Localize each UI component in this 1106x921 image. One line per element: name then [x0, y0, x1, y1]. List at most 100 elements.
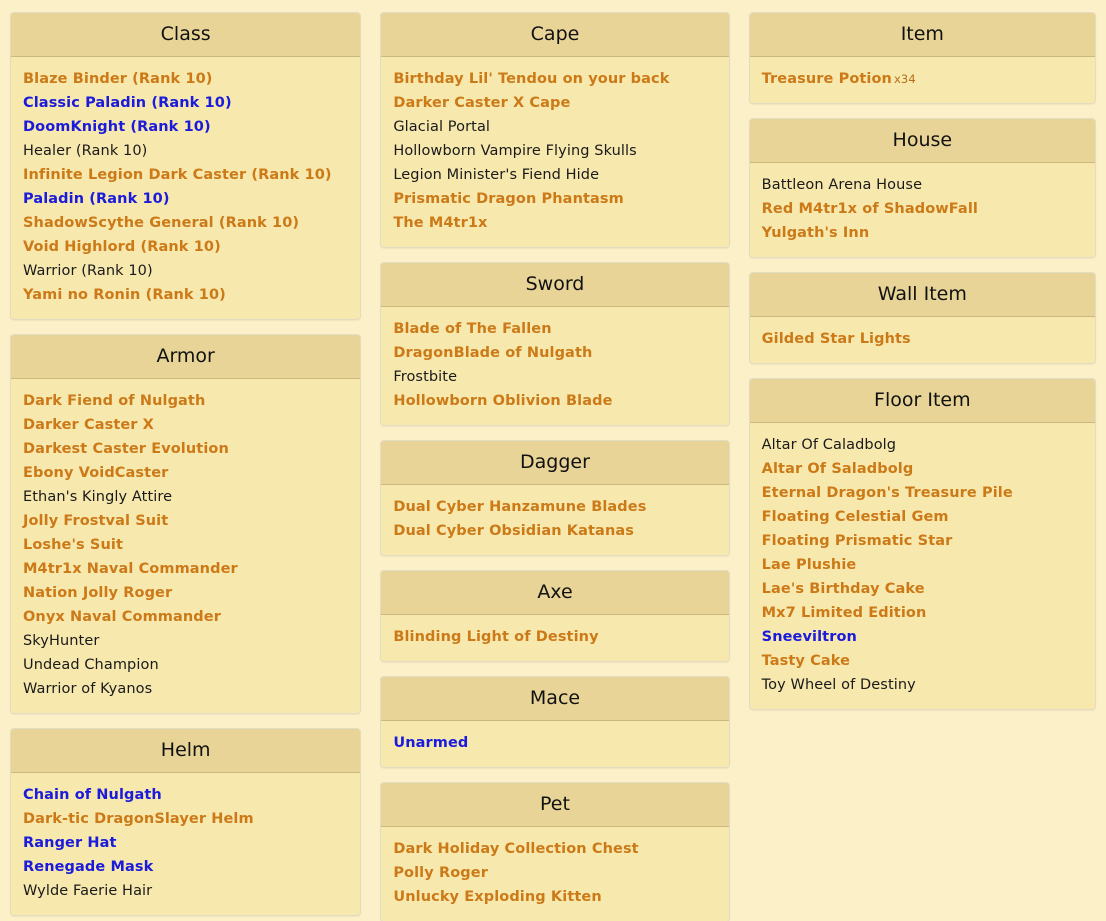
- inventory-entry-label: Unlucky Exploding Kitten: [393, 889, 602, 905]
- panel-title-dagger: Dagger: [381, 441, 729, 485]
- inventory-entry[interactable]: Hollowborn Oblivion Blade: [393, 389, 716, 413]
- panel-sword: Sword Blade of The Fallen DragonBlade of N…: [380, 262, 730, 426]
- inventory-entry[interactable]: Nation Jolly Roger: [23, 581, 348, 605]
- inventory-entry[interactable]: Yulgath's Inn: [762, 221, 1083, 245]
- panel-house: House Battleon Arena House Red M4tr1x of S…: [748, 118, 1096, 258]
- inventory-entry[interactable]: Altar Of Caladbolg: [762, 433, 1083, 457]
- panel-pet: Pet Dark Holiday Collection Chest Polly Ro…: [380, 782, 730, 921]
- inventory-entry[interactable]: Infinite Legion Dark Caster (Rank 10): [23, 163, 348, 187]
- inventory-entry[interactable]: Loshe's Suit: [23, 533, 348, 557]
- inventory-entry[interactable]: Ethan's Kingly Attire: [23, 485, 348, 509]
- inventory-entry[interactable]: Unlucky Exploding Kitten: [393, 885, 716, 909]
- inventory-entry-label: Hollowborn Oblivion Blade: [393, 393, 613, 409]
- panel-helm: Helm Chain of Nulgath Dark-tic DragonSlaye…: [10, 728, 362, 916]
- panel-body-house: Battleon Arena House Red M4tr1x of Shadow…: [749, 163, 1095, 257]
- inventory-entry[interactable]: DragonBlade of Nulgath: [393, 341, 716, 365]
- inventory-entry[interactable]: Ebony VoidCaster: [23, 461, 348, 485]
- inventory-entry[interactable]: Eternal Dragon's Treasure Pile: [762, 481, 1083, 505]
- panel-title-cape: Cape: [381, 13, 729, 57]
- inventory-entry[interactable]: Healer (Rank 10): [23, 139, 348, 163]
- panel-body-cape: Birthday Lil' Tendou on your back Darker …: [381, 57, 729, 247]
- inventory-entry[interactable]: Sneeviltron: [762, 625, 1083, 649]
- inventory-entry[interactable]: Dark Fiend of Nulgath: [23, 389, 348, 413]
- inventory-entry[interactable]: Polly Roger: [393, 861, 716, 885]
- inventory-entry[interactable]: Darkest Caster Evolution: [23, 437, 348, 461]
- panel-dagger: Dagger Dual Cyber Hanzamune Blades Dual Cy…: [380, 440, 730, 556]
- inventory-entry[interactable]: Lae Plushie: [762, 553, 1083, 577]
- inventory-entry[interactable]: Lae's Birthday Cake: [762, 577, 1083, 601]
- inventory-entry[interactable]: ShadowScythe General (Rank 10): [23, 211, 348, 235]
- inventory-entry[interactable]: Floating Celestial Gem: [762, 505, 1083, 529]
- inventory-entry[interactable]: Dual Cyber Hanzamune Blades: [393, 495, 716, 519]
- inventory-entry-label: Jolly Frostval Suit: [23, 513, 169, 529]
- inventory-entry[interactable]: Dark-tic DragonSlayer Helm: [23, 807, 348, 831]
- inventory-entry[interactable]: Red M4tr1x of ShadowFall: [762, 197, 1083, 221]
- inventory-entry[interactable]: Chain of Nulgath: [23, 783, 348, 807]
- inventory-entry[interactable]: Void Highlord (Rank 10): [23, 235, 348, 259]
- inventory-entry[interactable]: Ranger Hat: [23, 831, 348, 855]
- inventory-entry[interactable]: Gilded Star Lights: [762, 327, 1083, 351]
- inventory-entry[interactable]: Blinding Light of Destiny: [393, 625, 716, 649]
- inventory-entry-label: ShadowScythe General (Rank 10): [23, 215, 300, 231]
- inventory-entry[interactable]: Onyx Naval Commander: [23, 605, 348, 629]
- panel-floor-item: Floor Item Altar Of Caladbolg Altar Of Sal…: [748, 378, 1096, 710]
- inventory-entry[interactable]: Yami no Ronin (Rank 10): [23, 283, 348, 307]
- panel-title-house: House: [749, 119, 1095, 163]
- inventory-entry[interactable]: Legion Minister's Fiend Hide: [393, 163, 716, 187]
- inventory-entry[interactable]: Dual Cyber Obsidian Katanas: [393, 519, 716, 543]
- inventory-entry[interactable]: DoomKnight (Rank 10): [23, 115, 348, 139]
- inventory-page: Class Blaze Binder (Rank 10) Classic Palad…: [0, 0, 1106, 921]
- inventory-entry[interactable]: Birthday Lil' Tendou on your back: [393, 67, 716, 91]
- inventory-entry-label: The M4tr1x: [393, 215, 488, 231]
- inventory-entry[interactable]: Floating Prismatic Star: [762, 529, 1083, 553]
- inventory-entry-label: Blade of The Fallen: [393, 321, 552, 337]
- inventory-entry-label: Battleon Arena House: [761, 177, 923, 193]
- middle-column: Cape Birthday Lil' Tendou on your back Dar…: [380, 12, 730, 921]
- inventory-entry-label: Healer (Rank 10): [23, 143, 148, 159]
- inventory-entry[interactable]: Classic Paladin (Rank 10): [23, 91, 348, 115]
- panel-body-floor-item: Altar Of Caladbolg Altar Of Saladbolg Eter…: [749, 423, 1095, 709]
- inventory-entry[interactable]: Frostbite: [393, 365, 716, 389]
- inventory-entry[interactable]: Jolly Frostval Suit: [23, 509, 348, 533]
- inventory-entry-label: Mx7 Limited Edition: [761, 605, 927, 621]
- inventory-entry-label: Glacial Portal: [393, 119, 491, 135]
- inventory-entry[interactable]: Undead Champion: [23, 653, 348, 677]
- inventory-entry[interactable]: Mx7 Limited Edition: [762, 601, 1083, 625]
- inventory-entry-label: M4tr1x Naval Commander: [23, 561, 238, 577]
- inventory-entry-label: Classic Paladin (Rank 10): [23, 95, 232, 111]
- inventory-entry[interactable]: Dark Holiday Collection Chest: [393, 837, 716, 861]
- panel-class: Class Blaze Binder (Rank 10) Classic Palad…: [10, 12, 362, 320]
- inventory-entry[interactable]: Battleon Arena House: [762, 173, 1083, 197]
- inventory-entry[interactable]: Altar Of Saladbolg: [762, 457, 1083, 481]
- inventory-entry[interactable]: Blade of The Fallen: [393, 317, 716, 341]
- inventory-entry[interactable]: The M4tr1x: [393, 211, 716, 235]
- panel-item: Item Treasure Potion x34: [748, 12, 1096, 104]
- inventory-entry-label: Onyx Naval Commander: [23, 609, 221, 625]
- inventory-entry[interactable]: Toy Wheel of Destiny: [762, 673, 1083, 697]
- inventory-entry-label: Lae's Birthday Cake: [761, 581, 925, 597]
- inventory-entry-quantity: x34: [894, 72, 916, 86]
- panel-body-class: Blaze Binder (Rank 10) Classic Paladin (R…: [11, 57, 361, 319]
- inventory-entry[interactable]: M4tr1x Naval Commander: [23, 557, 348, 581]
- inventory-entry[interactable]: Glacial Portal: [393, 115, 716, 139]
- inventory-entry[interactable]: Prismatic Dragon Phantasm: [393, 187, 716, 211]
- inventory-entry-label: Altar Of Caladbolg: [761, 437, 897, 453]
- inventory-entry[interactable]: Hollowborn Vampire Flying Skulls: [393, 139, 716, 163]
- inventory-entry[interactable]: Unarmed: [393, 731, 716, 755]
- inventory-entry[interactable]: Tasty Cake: [762, 649, 1083, 673]
- inventory-entry[interactable]: Renegade Mask: [23, 855, 348, 879]
- inventory-entry-label: Yami no Ronin (Rank 10): [23, 287, 226, 303]
- inventory-entry[interactable]: Wylde Faerie Hair: [23, 879, 348, 903]
- inventory-entry[interactable]: Paladin (Rank 10): [23, 187, 348, 211]
- inventory-entry-label: DragonBlade of Nulgath: [393, 345, 593, 361]
- inventory-entry[interactable]: Darker Caster X: [23, 413, 348, 437]
- inventory-entry[interactable]: Warrior (Rank 10): [23, 259, 348, 283]
- inventory-entry[interactable]: Treasure Potion x34: [762, 67, 1083, 91]
- inventory-entry-label: Renegade Mask: [23, 859, 154, 875]
- inventory-entry[interactable]: SkyHunter: [23, 629, 348, 653]
- inventory-entry-label: Sneeviltron: [761, 629, 857, 645]
- inventory-entry[interactable]: Darker Caster X Cape: [393, 91, 716, 115]
- inventory-entry-label: Paladin (Rank 10): [23, 191, 170, 207]
- inventory-entry[interactable]: Blaze Binder (Rank 10): [23, 67, 348, 91]
- inventory-entry[interactable]: Warrior of Kyanos: [23, 677, 348, 701]
